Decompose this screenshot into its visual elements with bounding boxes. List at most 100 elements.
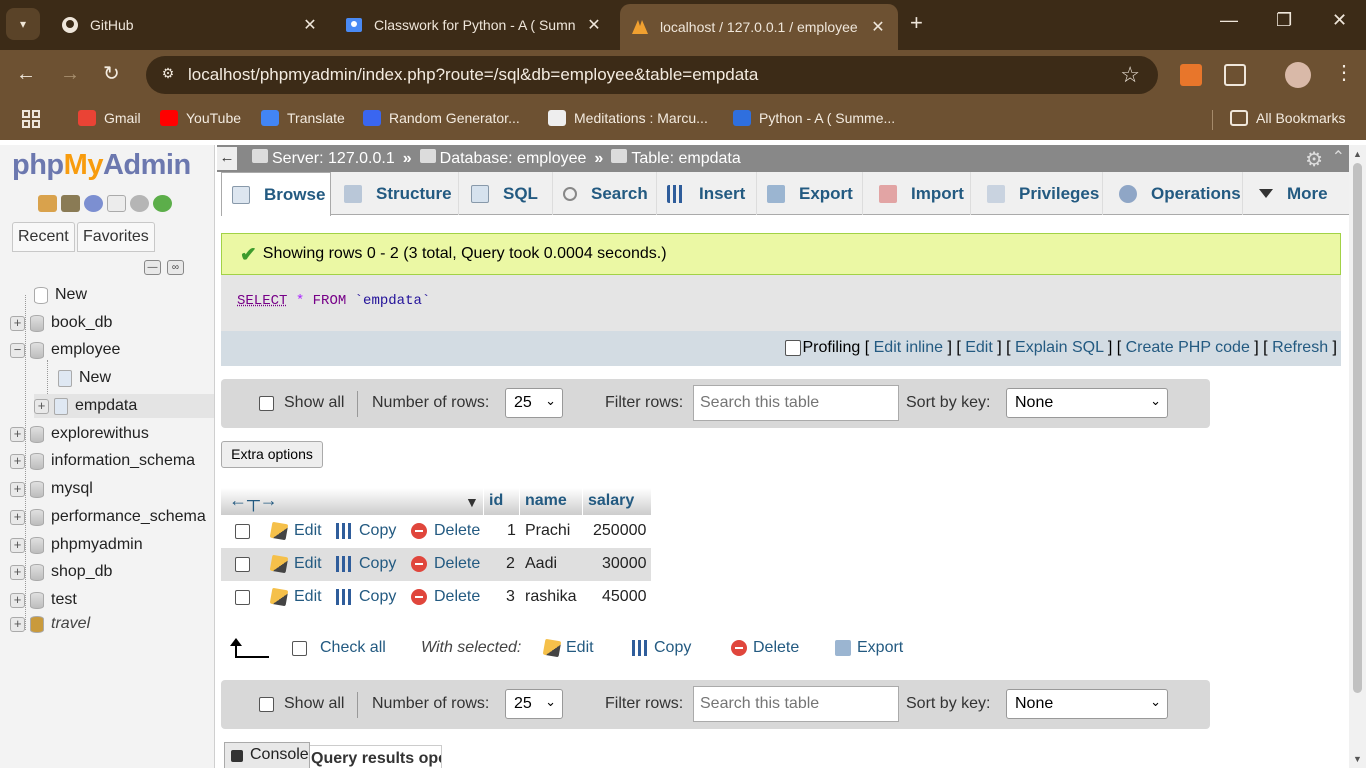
row-checkbox[interactable]: [235, 524, 250, 539]
tree-db-shop-db[interactable]: + shop_db: [10, 560, 112, 584]
phpmyadmin-logo[interactable]: phpMyAdmin: [12, 149, 191, 182]
tab-operations[interactable]: Operations: [1109, 172, 1243, 215]
bulk-export-button[interactable]: Export: [835, 639, 903, 657]
show-all-checkbox[interactable]: [259, 697, 274, 712]
expand-icon[interactable]: +: [10, 509, 25, 525]
tab-import[interactable]: Import: [869, 172, 971, 215]
cell-salary[interactable]: 250000: [593, 522, 646, 540]
tab-insert[interactable]: Insert: [657, 172, 757, 215]
row-edit-link[interactable]: Edit: [269, 521, 322, 541]
console-toggle[interactable]: Console: [224, 742, 310, 768]
create-php-code-link[interactable]: Create PHP code: [1126, 339, 1250, 356]
restore-icon[interactable]: ❐: [1276, 10, 1292, 31]
link-icon[interactable]: ∞: [167, 260, 184, 275]
tab-github[interactable]: GitHub ✕: [50, 6, 330, 44]
home-icon[interactable]: [38, 195, 57, 212]
column-resize-arrows-icon[interactable]: ←┬→: [229, 490, 278, 511]
extra-options-button[interactable]: Extra options: [221, 441, 323, 468]
url-text[interactable]: localhost/phpmyadmin/index.php?route=/sq…: [188, 65, 758, 85]
expand-icon[interactable]: +: [10, 426, 25, 442]
cell-name[interactable]: Prachi: [525, 522, 570, 540]
tab-more[interactable]: More: [1249, 172, 1343, 215]
number-of-rows-select[interactable]: 25 ⌄: [505, 689, 563, 719]
gear-icon[interactable]: ⚙: [1305, 147, 1323, 172]
expand-icon[interactable]: +: [10, 564, 25, 580]
scroll-up-arrow-icon[interactable]: ▲: [1353, 149, 1362, 159]
sort-dropdown-icon[interactable]: ▼: [465, 494, 479, 510]
expand-icon[interactable]: +: [10, 315, 25, 331]
extension-icon[interactable]: [1180, 64, 1202, 86]
tree-db-information-schema[interactable]: + information_schema: [10, 449, 195, 473]
row-delete-link[interactable]: Delete: [411, 588, 480, 606]
logout-icon[interactable]: [61, 195, 80, 212]
tree-db-test[interactable]: + test: [10, 588, 77, 612]
tab-localhost[interactable]: localhost / 127.0.0.1 / employee ✕: [620, 4, 898, 50]
browser-menu-icon[interactable]: ⋮: [1334, 63, 1354, 83]
refresh-link[interactable]: Refresh: [1272, 339, 1328, 356]
tab-recent[interactable]: Recent: [12, 222, 75, 252]
tab-browse[interactable]: Browse: [221, 172, 331, 216]
tree-db-explorewithus[interactable]: + explorewithus: [10, 422, 149, 446]
reload-icon[interactable]: ↻: [103, 64, 120, 84]
extensions-puzzle-icon[interactable]: [1224, 64, 1246, 86]
tab-privileges[interactable]: Privileges: [977, 172, 1103, 215]
close-icon[interactable]: ✕: [584, 15, 604, 35]
expand-icon[interactable]: +: [10, 616, 25, 632]
tree-new-database[interactable]: New: [34, 283, 87, 307]
tab-structure[interactable]: Structure: [334, 172, 459, 215]
tree-db-employee[interactable]: − employee: [10, 338, 120, 362]
cell-id[interactable]: 2: [506, 555, 515, 573]
column-header-salary[interactable]: salary: [588, 492, 634, 510]
expand-icon[interactable]: +: [34, 398, 49, 414]
cell-salary[interactable]: 30000: [602, 555, 647, 573]
close-icon[interactable]: ✕: [300, 15, 320, 35]
scroll-down-arrow-icon[interactable]: ▼: [1353, 754, 1362, 764]
tab-search[interactable]: Search: [553, 172, 657, 215]
edit-link[interactable]: Edit: [965, 339, 993, 356]
cell-salary[interactable]: 45000: [602, 588, 647, 606]
collapse-all-icon[interactable]: —: [144, 260, 161, 275]
expand-icon[interactable]: +: [10, 481, 25, 497]
help-icon[interactable]: [84, 195, 103, 212]
filter-rows-input[interactable]: Search this table: [693, 385, 899, 421]
explain-sql-link[interactable]: Explain SQL: [1015, 339, 1103, 356]
bookmark-gmail[interactable]: Gmail: [78, 110, 141, 126]
filter-rows-input[interactable]: Search this table: [693, 686, 899, 722]
collapse-icon[interactable]: −: [10, 342, 25, 358]
tree-db-mysql[interactable]: + mysql: [10, 477, 93, 501]
forward-icon[interactable]: →: [60, 64, 80, 84]
window-close-icon[interactable]: ✕: [1332, 10, 1347, 31]
number-of-rows-select[interactable]: 25 ⌄: [505, 388, 563, 418]
bookmark-python[interactable]: Python - A ( Summe...: [733, 110, 895, 126]
site-info-icon[interactable]: ⚙: [158, 65, 178, 85]
back-icon[interactable]: ←: [16, 64, 36, 84]
expand-icon[interactable]: +: [10, 537, 25, 553]
row-edit-link[interactable]: Edit: [269, 587, 322, 607]
bulk-copy-button[interactable]: Copy: [632, 639, 691, 657]
row-delete-link[interactable]: Delete: [411, 522, 480, 540]
tab-sql[interactable]: SQL: [461, 172, 553, 215]
expand-icon[interactable]: +: [10, 453, 25, 469]
row-delete-link[interactable]: Delete: [411, 555, 480, 573]
row-checkbox[interactable]: [235, 557, 250, 572]
address-bar[interactable]: ⚙ localhost/phpmyadmin/index.php?route=/…: [146, 56, 1158, 94]
tree-table-empdata[interactable]: + empdata: [34, 394, 214, 418]
all-bookmarks[interactable]: All Bookmarks: [1230, 110, 1345, 126]
tab-search-button[interactable]: ▾: [6, 8, 40, 40]
minimize-icon[interactable]: —: [1220, 10, 1238, 31]
bookmark-youtube[interactable]: YouTube: [160, 110, 241, 126]
profile-avatar[interactable]: [1285, 62, 1311, 88]
sort-by-key-select[interactable]: None ⌄: [1006, 388, 1168, 418]
check-all-label[interactable]: Check all: [320, 639, 386, 657]
bookmark-meditations[interactable]: Meditations : Marcu...: [548, 110, 708, 126]
check-all-checkbox[interactable]: [292, 641, 307, 656]
tree-db-travel[interactable]: + travel: [10, 612, 90, 636]
bulk-delete-button[interactable]: Delete: [731, 639, 799, 657]
bookmark-random-generator[interactable]: Random Generator...: [363, 110, 520, 126]
scrollbar-thumb[interactable]: [1353, 163, 1362, 693]
bookmark-star-icon[interactable]: ☆: [1120, 62, 1140, 88]
tab-export[interactable]: Export: [757, 172, 863, 215]
sql-query-box[interactable]: SELECT * FROM `empdata`: [221, 275, 1341, 331]
breadcrumb-database[interactable]: Database: employee: [419, 149, 586, 168]
vertical-scrollbar[interactable]: ▲ ▼: [1349, 145, 1366, 768]
